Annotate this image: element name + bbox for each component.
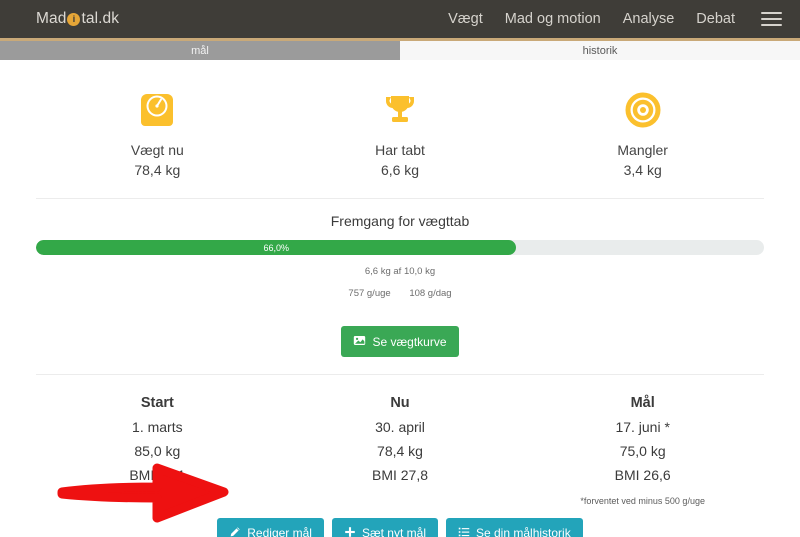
stat-current-weight: Vægt nu 78,4 kg — [36, 86, 279, 178]
nav-item-vaegt[interactable]: Vægt — [448, 11, 483, 27]
milestone-weight: 78,4 kg — [377, 443, 423, 459]
se-vaegtkurve-button[interactable]: Se vægtkurve — [341, 326, 459, 357]
milestone-header: Start — [140, 395, 174, 411]
nav-item-analyse[interactable]: Analyse — [623, 11, 675, 27]
milestone-weight: 75,0 kg — [619, 443, 666, 459]
tab-historik[interactable]: historik — [400, 41, 800, 60]
plus-icon — [344, 526, 356, 537]
list-icon — [458, 526, 470, 537]
action-button-row: Rediger mål Sæt nyt mål Se din målhistor… — [36, 518, 764, 537]
hamburger-bar — [761, 11, 782, 15]
milestone-bmi: BMI 27,8 — [371, 467, 429, 483]
rediger-maal-button[interactable]: Rediger mål — [217, 518, 324, 537]
weight-curve-button-row: Se vægtkurve — [36, 326, 764, 357]
milestone-now: Nu 30. april 78,4 kg BMI 27,8 — [279, 395, 522, 506]
scale-icon — [36, 86, 279, 134]
milestone-header: Mål — [630, 395, 655, 411]
milestone-goal: Mål 17. juni * 75,0 kg BMI 26,6 *forvent… — [521, 395, 764, 506]
stat-label: Mangler — [617, 142, 668, 158]
stat-remaining-weight: Mangler 3,4 kg — [521, 86, 764, 178]
progress-rate-line: 757 g/uge 108 g/dag — [36, 288, 764, 299]
milestone-header: Nu — [390, 395, 410, 411]
milestones-row: Start 1. marts 85,0 kg BMI 30,1 Nu 30. a… — [36, 375, 764, 506]
milestone-date: 30. april — [375, 419, 425, 435]
milestone-date: 1. marts — [132, 419, 183, 435]
milestone-weight: 85,0 kg — [134, 443, 181, 459]
tab-maal[interactable]: mål — [0, 41, 400, 60]
top-navbar: Mad i tal.dk Vægt Mad og motion Analyse De… — [0, 0, 800, 38]
pencil-icon — [229, 526, 241, 537]
stat-value: 78,4 kg — [134, 162, 181, 178]
main-content: Vægt nu 78,4 kg Har tabt 6,6 kg Mangler … — [0, 60, 800, 537]
hamburger-bar — [761, 17, 782, 21]
stat-value: 6,6 kg — [380, 162, 420, 178]
milestone-date: 17. juni * — [615, 419, 670, 435]
brand-text-post: tal.dk — [81, 10, 120, 27]
progress-bar-track: 66,0% — [36, 240, 764, 255]
chart-image-icon — [353, 334, 366, 349]
milestone-start: Start 1. marts 85,0 kg BMI 30,1 — [36, 395, 279, 506]
nav-item-debat[interactable]: Debat — [696, 11, 735, 27]
button-label: Sæt nyt mål — [361, 526, 426, 537]
button-label: Rediger mål — [247, 526, 312, 537]
button-label: Se din målhistorik — [476, 526, 571, 537]
rate-per-week: 757 g/uge — [348, 288, 391, 299]
trophy-icon — [279, 86, 522, 134]
button-label: Se vægtkurve — [372, 334, 447, 349]
stat-label: Vægt nu — [130, 142, 184, 158]
milestone-footnote: *forventet ved minus 500 g/uge — [580, 496, 705, 506]
target-icon — [521, 86, 764, 134]
milestone-bmi: BMI 26,6 — [614, 467, 671, 483]
saet-nyt-maal-button[interactable]: Sæt nyt mål — [331, 518, 438, 537]
progress-bar-fill: 66,0% — [36, 240, 517, 255]
stat-label: Har tabt — [375, 142, 425, 158]
nav-links: Vægt Mad og motion Analyse Debat — [448, 11, 782, 27]
nav-item-mad-og-motion[interactable]: Mad og motion — [505, 11, 601, 27]
brand-mark-icon: i — [67, 12, 81, 26]
page-root: Mad i tal.dk Vægt Mad og motion Analyse De… — [0, 0, 800, 537]
rate-per-day: 108 g/dag — [409, 288, 452, 299]
brand-text-pre: Mad — [36, 10, 67, 27]
progress-section: Fremgang for vægttab 66,0% 6,6 kg af 10,… — [36, 199, 764, 311]
milestone-bmi: BMI 30,1 — [129, 467, 186, 483]
progress-title: Fremgang for vægttab — [330, 213, 470, 229]
summary-stats-row: Vægt nu 78,4 kg Har tabt 6,6 kg Mangler … — [36, 60, 764, 198]
se-maalhistorik-button[interactable]: Se din målhistorik — [446, 518, 583, 537]
tab-strip: mål historik — [0, 38, 800, 60]
hamburger-icon[interactable] — [761, 11, 782, 27]
progress-amount-line: 6,6 kg af 10,0 kg — [364, 266, 436, 277]
hamburger-bar — [761, 23, 782, 27]
stat-value: 3,4 kg — [623, 162, 662, 178]
site-logo[interactable]: Mad i tal.dk — [36, 10, 119, 28]
stat-lost-weight: Har tabt 6,6 kg — [279, 86, 522, 178]
progress-percent-label: 66,0% — [263, 242, 289, 253]
